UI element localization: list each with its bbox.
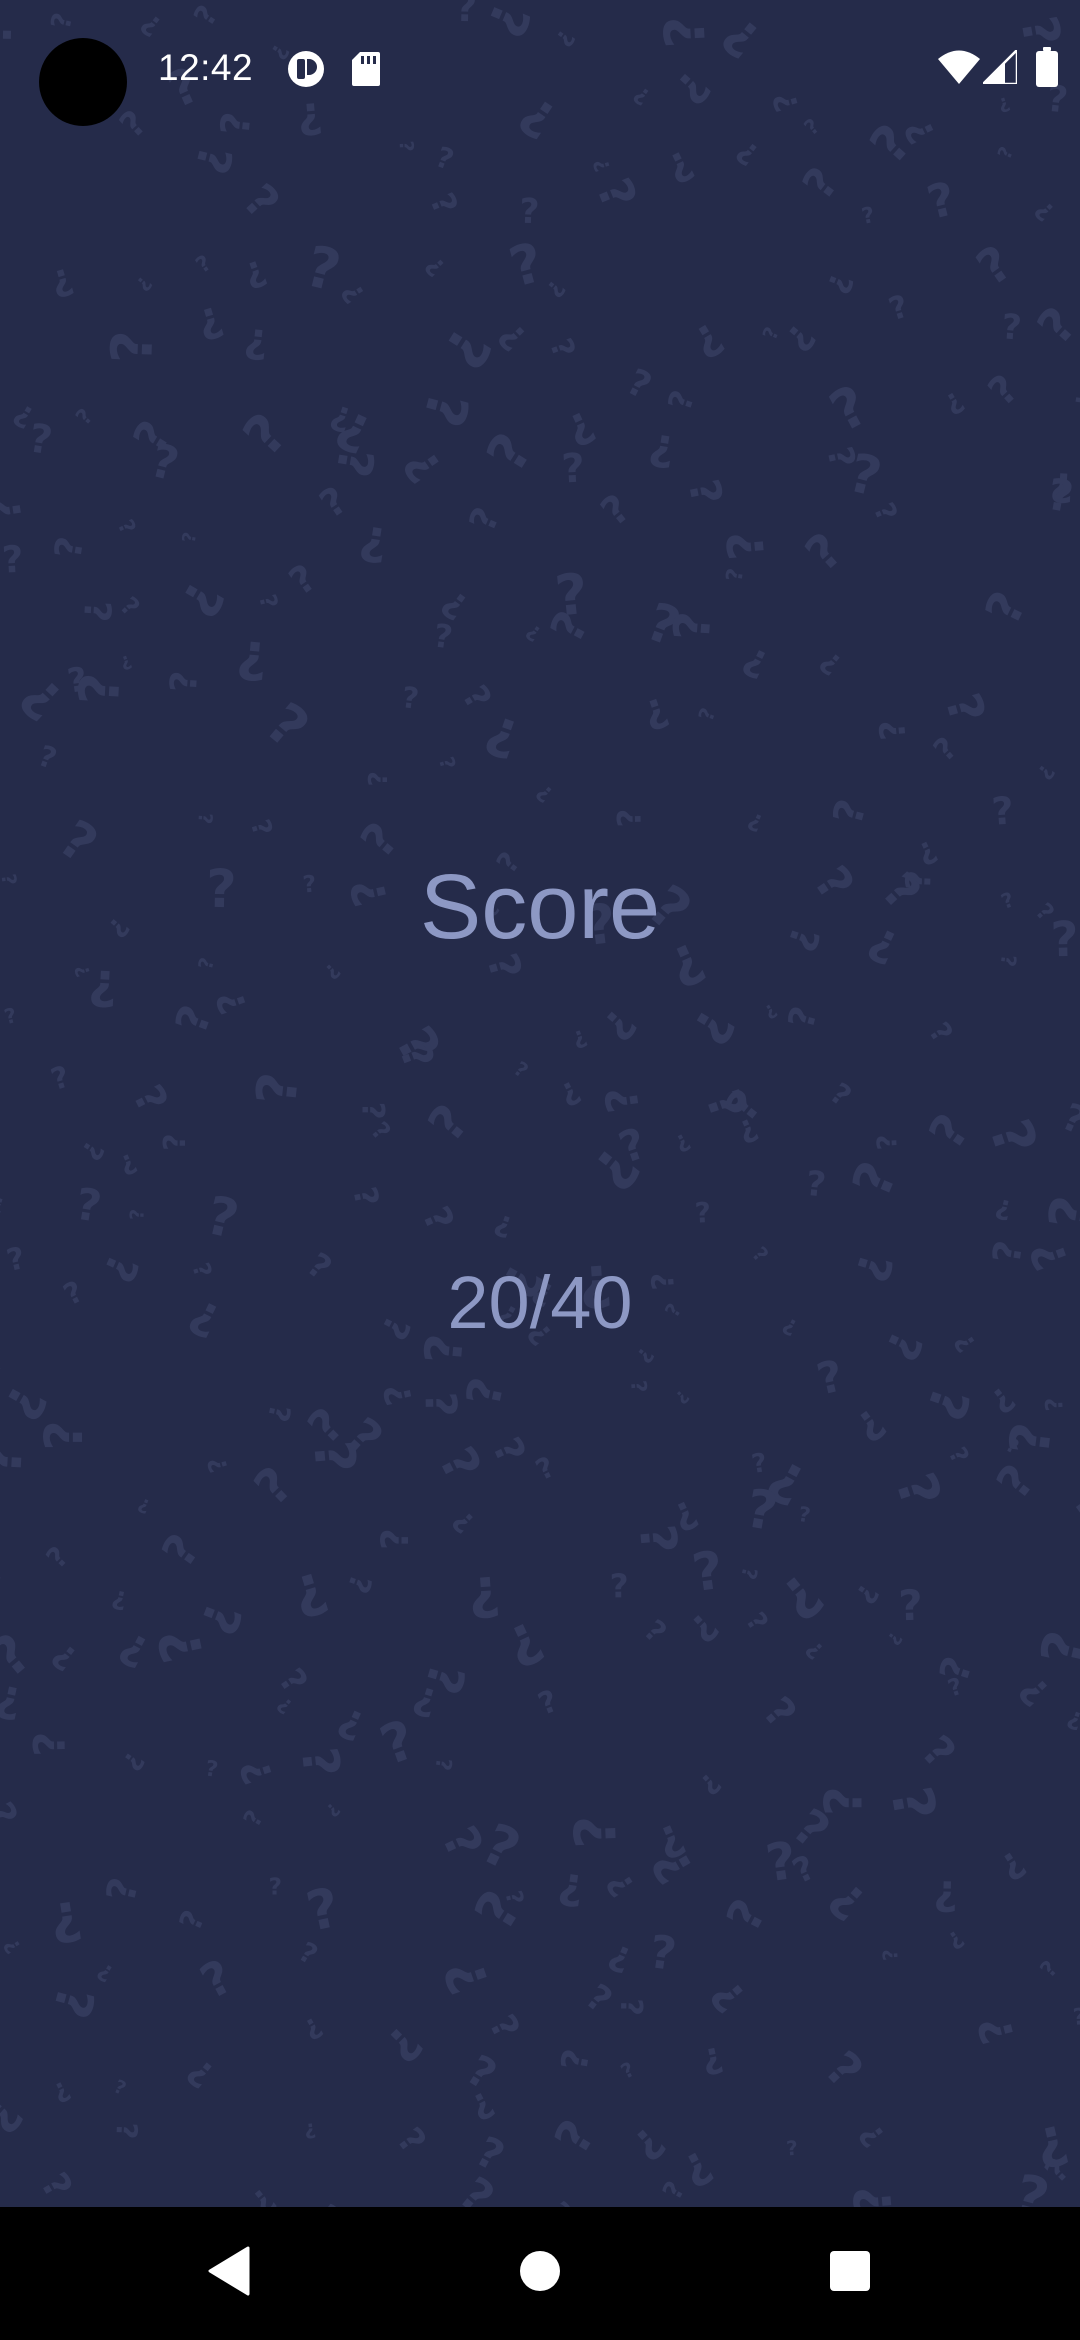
back-icon bbox=[206, 2246, 250, 2300]
navigation-bar bbox=[0, 2207, 1080, 2340]
wifi-icon bbox=[938, 50, 980, 84]
notification-app-icon bbox=[287, 50, 325, 88]
recents-button[interactable] bbox=[808, 2231, 892, 2315]
recents-icon bbox=[829, 2250, 871, 2296]
score-value: 20/40 bbox=[447, 1261, 633, 1344]
back-button[interactable] bbox=[186, 2231, 270, 2315]
home-icon bbox=[519, 2250, 561, 2296]
home-button[interactable] bbox=[498, 2231, 582, 2315]
status-bar: 12:42 bbox=[0, 0, 1080, 136]
score-title: Score bbox=[419, 856, 661, 958]
battery-icon bbox=[1036, 47, 1058, 87]
status-time: 12:42 bbox=[158, 47, 254, 88]
cellular-signal-icon bbox=[983, 50, 1017, 84]
sd-card-icon bbox=[352, 52, 380, 86]
camera-cutout bbox=[39, 38, 127, 126]
score-screen: Score 20/40 bbox=[0, 0, 1080, 2207]
